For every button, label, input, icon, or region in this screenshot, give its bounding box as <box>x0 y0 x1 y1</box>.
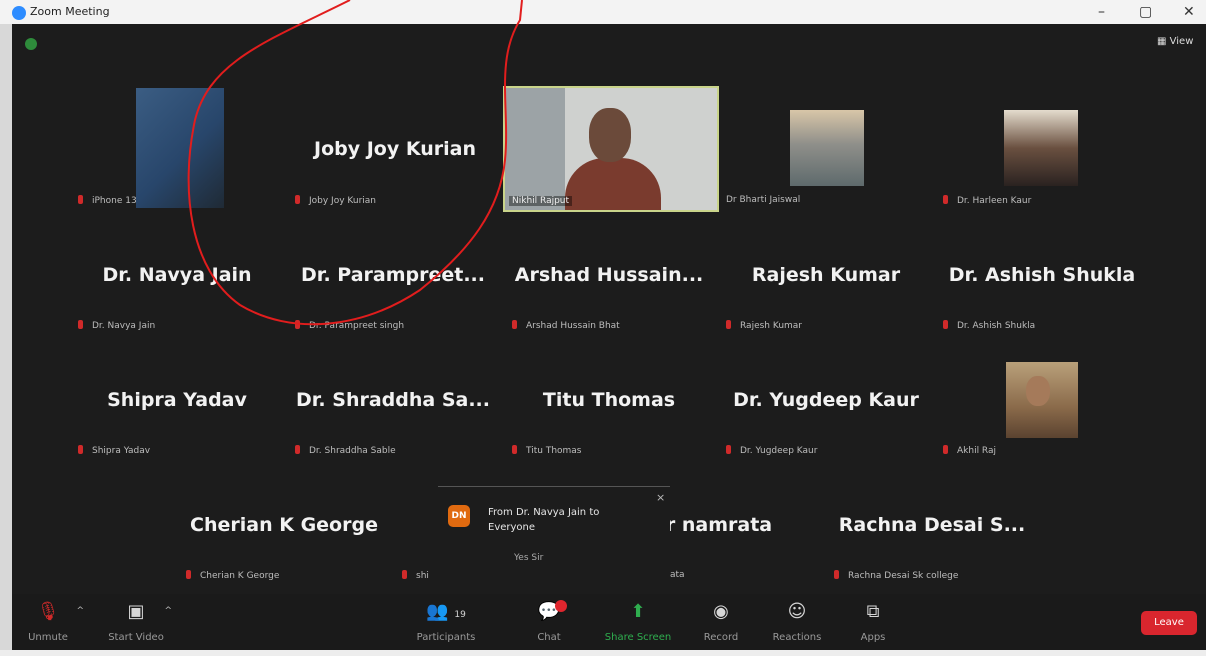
tile-label: Rajesh Kumar <box>726 320 802 331</box>
video-tile-bharti <box>790 110 864 186</box>
participant-face <box>589 108 631 162</box>
video-tile-harleen <box>1004 110 1078 186</box>
video-tile-nikhil: Nikhil Rajput <box>503 86 719 212</box>
tile-label: Dr. Navya Jain <box>78 320 155 331</box>
muted-mic-icon <box>726 445 731 454</box>
participants-icon: 👥 19 <box>426 601 466 622</box>
muted-mic-icon <box>512 320 517 329</box>
tile-label: Dr. Harleen Kaur <box>943 195 1031 206</box>
muted-mic-icon <box>78 320 83 329</box>
leave-button[interactable]: Leave <box>1141 611 1197 635</box>
window-background <box>505 88 565 210</box>
tile-label: ata <box>670 570 685 580</box>
record-icon: ◉ <box>713 601 729 622</box>
participants-button[interactable]: 👥 19 Participants <box>406 601 486 644</box>
record-button[interactable]: ◉ Record <box>681 601 761 644</box>
tile-label: Dr. Ashish Shukla <box>943 320 1035 331</box>
video-tile-akhil <box>1006 362 1078 438</box>
chat-button[interactable]: 💬 Chat <box>509 600 589 643</box>
tile-label: iPhone 13 <box>78 195 137 206</box>
chat-from: From Dr. Navya Jain to Everyone <box>488 507 600 533</box>
participant-name: Rajesh Kumar <box>751 264 901 286</box>
restore-icon[interactable]: ▢ <box>1139 4 1152 20</box>
participants-count: 19 <box>454 610 466 620</box>
tile-label: Cherian K George <box>186 570 279 581</box>
muted-mic-icon <box>186 570 191 579</box>
close-icon[interactable]: ✕ <box>1183 4 1195 20</box>
tile-label: Shipra Yadav <box>78 445 150 456</box>
participant-name: Dr. Shraddha Sa... <box>296 389 490 411</box>
chat-icon: 💬 <box>537 601 561 622</box>
participant-name: Rachna Desai S... <box>838 514 1026 536</box>
sender-avatar: DN <box>448 505 470 527</box>
start-video-button[interactable]: ▣ Start Video ^ <box>96 602 176 644</box>
participant-name: Dr. Parampreet... <box>301 264 485 286</box>
muted-mic-icon <box>943 195 948 204</box>
participant-name: r namrata <box>665 514 773 536</box>
muted-mic-icon <box>78 195 83 204</box>
zoom-logo-icon <box>12 6 26 20</box>
participant-name: Arshad Hussain... <box>514 264 704 286</box>
view-button[interactable]: ▦ View <box>1157 36 1193 47</box>
muted-mic-icon <box>943 320 948 329</box>
participant-name: Dr. Ashish Shukla <box>948 264 1136 286</box>
participant-name: Dr. Yugdeep Kaur <box>733 389 919 411</box>
muted-mic-icon <box>943 445 948 454</box>
tile-label: Dr Bharti Jaiswal <box>726 195 801 205</box>
tile-label: Rachna Desai Sk college <box>834 570 958 581</box>
tile-label: shi <box>402 570 429 581</box>
chevron-up-icon[interactable]: ^ <box>164 606 172 616</box>
chevron-up-icon[interactable]: ^ <box>76 606 84 616</box>
share-screen-icon: ⬆ <box>630 601 646 622</box>
apps-button[interactable]: ⧉ Apps <box>833 601 913 644</box>
tile-label: Dr. Shraddha Sable <box>295 445 396 456</box>
muted-mic-icon <box>295 195 300 204</box>
tile-label: Joby Joy Kurian <box>295 195 376 206</box>
title-bar: Zoom Meeting – ▢ ✕ <box>0 0 1206 24</box>
reactions-button[interactable]: ☺ Reactions <box>757 601 837 644</box>
muted-mic-icon <box>834 570 839 579</box>
participant-body <box>565 158 661 210</box>
participant-name: Titu Thomas <box>542 389 676 411</box>
video-name-label: Nikhil Rajput <box>509 196 573 206</box>
chat-notification[interactable]: DN From Dr. Navya Jain to Everyone Yes S… <box>438 486 670 571</box>
minimize-icon[interactable]: – <box>1098 4 1105 20</box>
tile-label: Arshad Hussain Bhat <box>512 320 620 331</box>
participant-name: Cherian K George <box>190 514 378 536</box>
reactions-icon: ☺ <box>787 601 807 622</box>
participant-name: Shipra Yadav <box>107 389 247 411</box>
participant-name: Dr. Navya Jain <box>102 264 252 286</box>
view-label: View <box>1169 36 1194 47</box>
apps-icon: ⧉ <box>866 601 880 622</box>
participant-name: Joby Joy Kurian <box>314 138 476 160</box>
muted-mic-icon <box>726 320 731 329</box>
participant-face <box>1026 376 1050 406</box>
notification-badge <box>555 600 567 612</box>
muted-mic-icon <box>295 445 300 454</box>
tile-label: Dr. Yugdeep Kaur <box>726 445 817 456</box>
security-shield-icon[interactable] <box>25 38 37 50</box>
muted-mic-icon <box>512 445 517 454</box>
close-notification-icon[interactable]: × <box>656 491 665 504</box>
unmute-button[interactable]: 🎙 Unmute ^ <box>8 602 88 644</box>
tile-label: Titu Thomas <box>512 445 582 456</box>
tile-label: Akhil Raj <box>943 445 996 456</box>
window-title: Zoom Meeting <box>30 5 110 18</box>
share-screen-button[interactable]: ⬆ Share Screen <box>598 601 678 644</box>
muted-mic-icon <box>402 570 407 579</box>
muted-mic-icon <box>78 445 83 454</box>
muted-mic-icon <box>295 320 300 329</box>
tile-label: Dr. Parampreet singh <box>295 320 404 331</box>
chat-message: Yes Sir <box>514 553 544 563</box>
video-tile-iphone <box>136 88 224 208</box>
taskbar-strip <box>0 650 1206 656</box>
